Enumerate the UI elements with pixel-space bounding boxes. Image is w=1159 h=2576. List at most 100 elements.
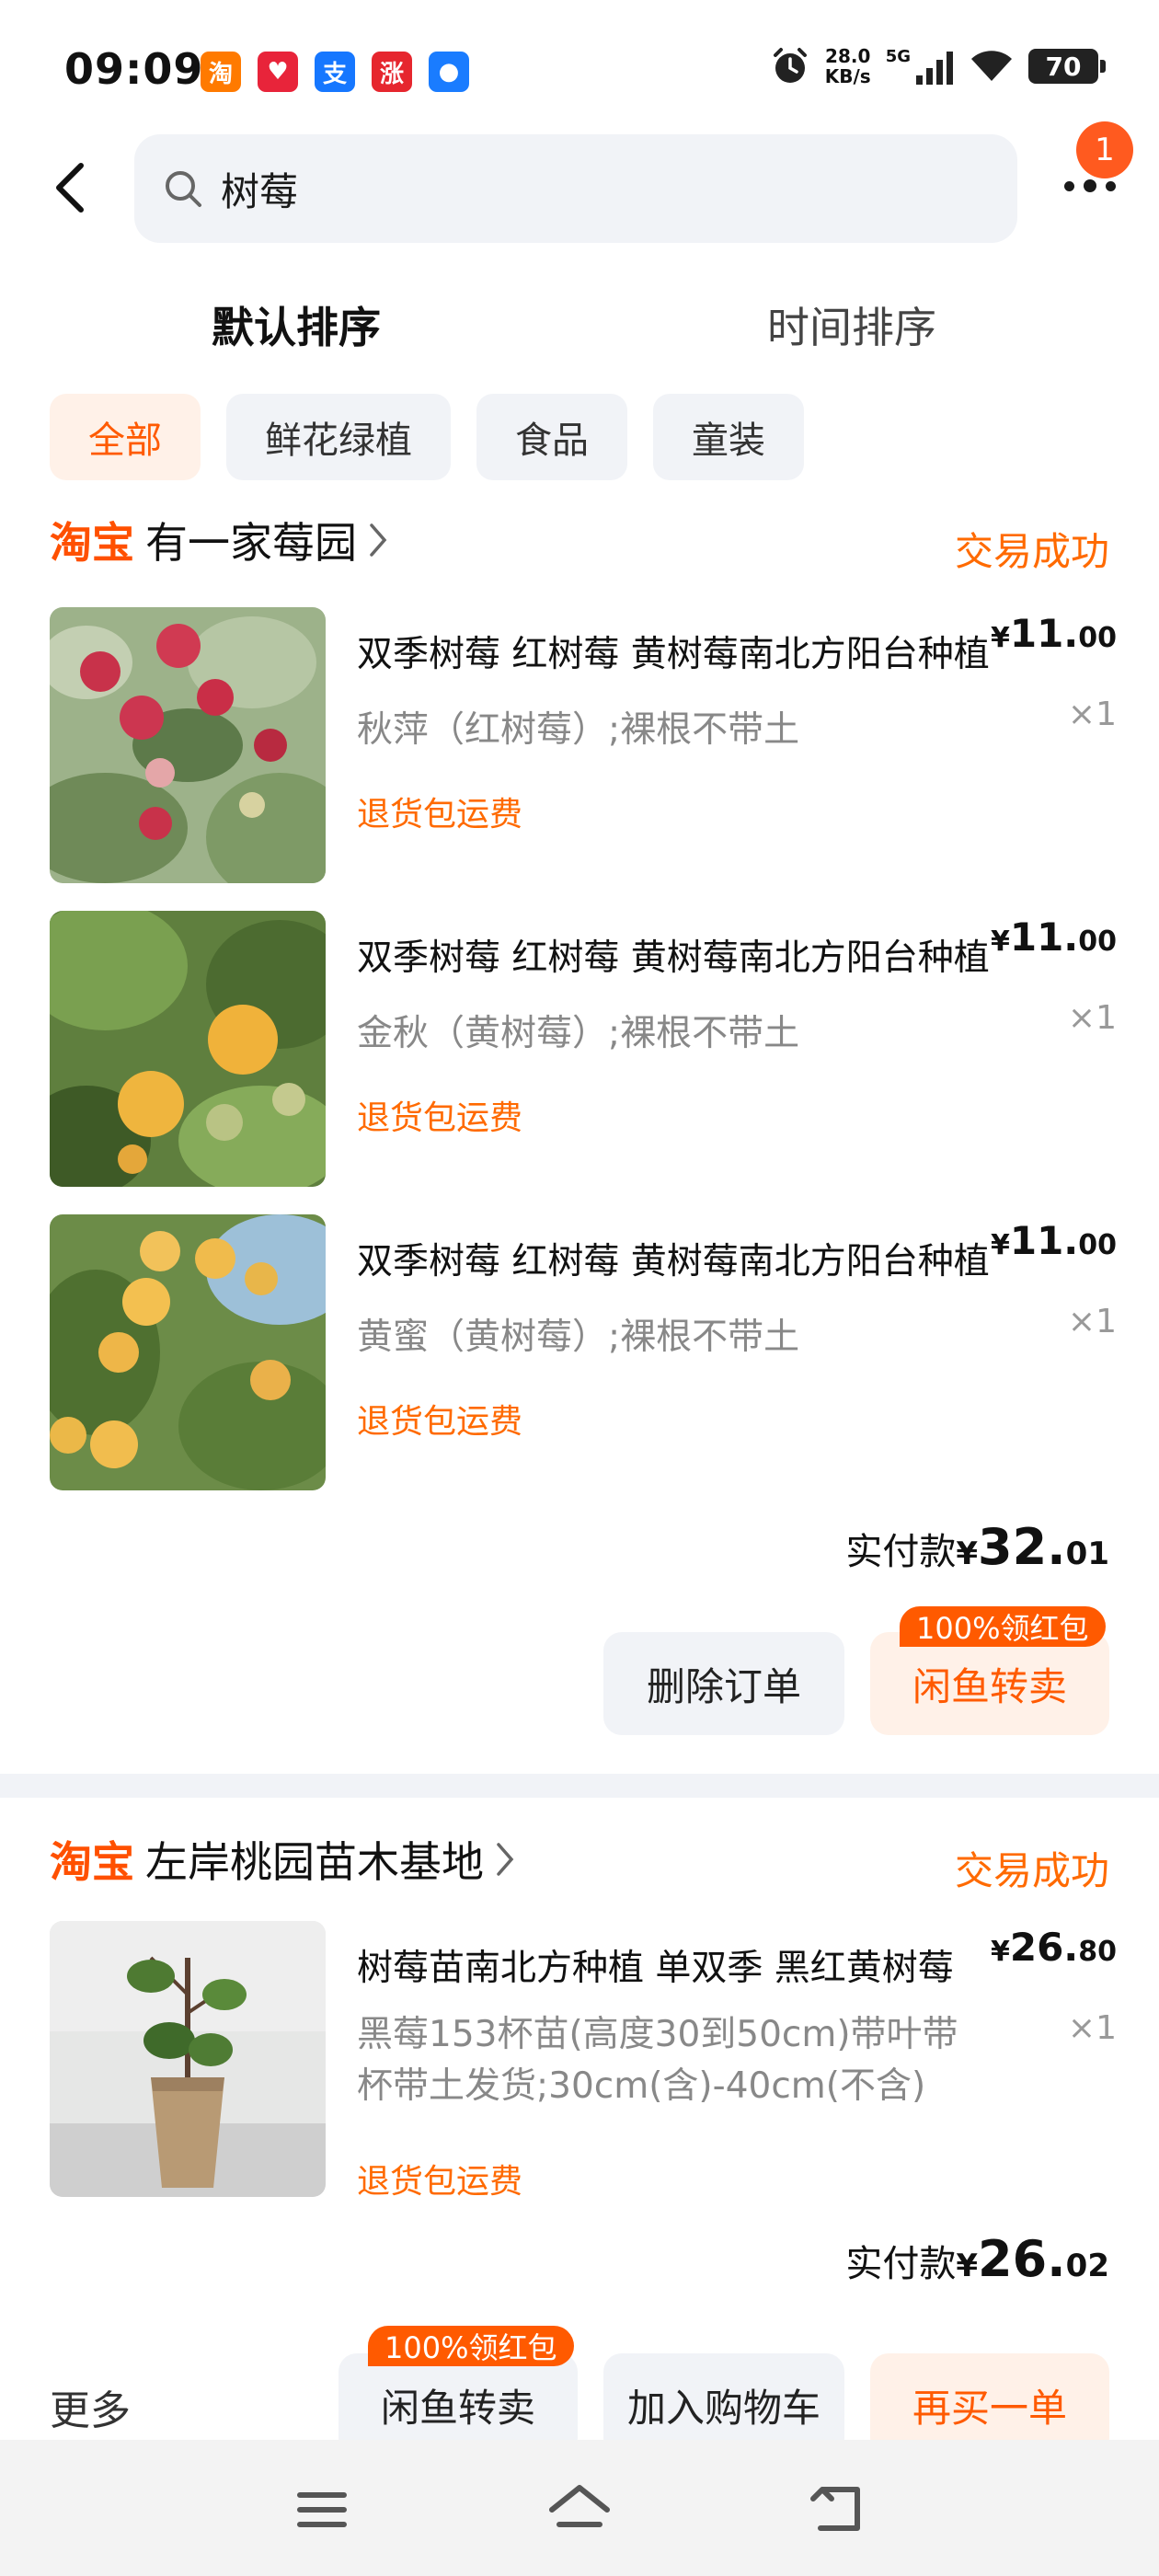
chevron-right-icon: [368, 522, 388, 558]
taobao-logo: 淘宝: [50, 518, 134, 568]
item-title: 双季树莓 红树莓 黄树莓南北方阳台种植: [357, 937, 990, 979]
item-spec: 黑莓153杯苗(高度30到50cm)带叶带杯带土发货;30cm(含)-40cm(…: [357, 2014, 958, 2107]
item-price: ¥11.00: [991, 1218, 1117, 1263]
search-icon: [166, 171, 201, 207]
search-query: 树莓: [221, 168, 299, 214]
paid-label: 实付款: [845, 2243, 957, 2285]
chip-kids-clothing[interactable]: 童装: [653, 394, 804, 480]
net-speed-unit: KB/s: [824, 65, 871, 87]
paid-decimal: 02: [1065, 2248, 1109, 2284]
tab-default-sort[interactable]: 默认排序: [212, 294, 381, 355]
tab-time-sort[interactable]: 时间排序: [767, 294, 936, 355]
more-dot-icon: [1064, 180, 1074, 191]
order-item[interactable]: 树莓苗南北方种植 单双季 黑红黄树莓 黑莓153杯苗(高度30到50cm)带叶带…: [50, 1921, 1117, 2201]
price-integer: 11.: [1009, 914, 1079, 960]
item-price: ¥26.80: [991, 1925, 1117, 1970]
more-dot-icon: [1084, 179, 1096, 192]
item-quantity: ×1: [1067, 999, 1117, 1037]
chip-all[interactable]: 全部: [50, 394, 201, 480]
product-image-honey-raspberry[interactable]: [50, 1214, 326, 1490]
net-speed-value: 28.0: [825, 45, 871, 67]
order-item[interactable]: 双季树莓 红树莓 黄树莓南北方阳台种植 黄蜜（黄树莓）;裸根不带土 退货包运费 …: [50, 1214, 1117, 1490]
net-speed: 28.0 KB/s: [825, 46, 871, 86]
price-integer: 11.: [1009, 611, 1079, 656]
price-decimal: 80: [1078, 1936, 1117, 1968]
price-integer: 11.: [1009, 1218, 1079, 1263]
paid-integer: 26.: [978, 2230, 1066, 2288]
status-time: 09:09: [64, 44, 204, 94]
red-packet-badge: 100%领红包: [900, 1606, 1106, 1647]
item-spec: 黄蜜（黄树莓）;裸根不带土: [357, 1317, 800, 1358]
free-return-tag: 退货包运费: [357, 1403, 523, 1441]
total-paid: 实付款 ¥ 26. 02: [845, 2230, 1109, 2288]
product-image-raspberry-seedling[interactable]: [50, 1921, 326, 2197]
price-currency: ¥: [990, 926, 1010, 958]
free-return-tag: 退货包运费: [357, 1099, 523, 1137]
item-price: ¥11.00: [991, 914, 1117, 960]
shop-name: 有一家莓园: [145, 518, 357, 568]
menu-icon: [297, 2492, 347, 2527]
notification-badge: 1: [1076, 121, 1133, 178]
network-type: 5G: [885, 46, 911, 66]
home-icon: [549, 2485, 610, 2527]
order-status: 交易成功: [954, 1848, 1109, 1893]
system-icons: 28.0 KB/s 5G 70: [770, 46, 1106, 86]
item-title: 双季树莓 红树莓 黄树莓南北方阳台种植: [357, 634, 990, 675]
order-divider: [0, 1774, 1159, 1798]
assistant-app-icon: ●: [429, 52, 469, 92]
menu-nav-button[interactable]: [285, 2477, 359, 2543]
signal-icon: [916, 51, 953, 85]
price-decimal: 00: [1078, 926, 1117, 958]
signal-group: 5G: [886, 47, 955, 86]
price-currency: ¥: [990, 1229, 1010, 1261]
chip-food[interactable]: 食品: [476, 394, 627, 480]
paid-label: 实付款: [845, 1531, 957, 1573]
alipay-app-icon: 支: [315, 52, 355, 92]
product-image-golden-raspberry[interactable]: [50, 911, 326, 1187]
taobao-logo: 淘宝: [50, 1837, 134, 1887]
chevron-right-icon: [495, 1841, 515, 1878]
paid-decimal: 01: [1065, 1535, 1109, 1572]
back-arrow-icon: [56, 163, 84, 213]
total-paid: 实付款 ¥ 32. 01: [845, 1518, 1109, 1576]
delete-order-button[interactable]: 删除订单: [603, 1632, 844, 1735]
free-return-tag: 退货包运费: [357, 796, 523, 834]
more-dot-icon: [1106, 180, 1116, 191]
category-chips: 全部 鲜花绿植 食品 童装: [50, 394, 804, 480]
red-packet-badge: 100%领红包: [368, 2326, 574, 2366]
paid-currency: ¥: [956, 2248, 978, 2284]
item-price: ¥11.00: [991, 611, 1117, 656]
product-image-red-raspberry[interactable]: [50, 607, 326, 883]
shop-header[interactable]: 淘宝 左岸桃园苗木基地: [50, 1829, 515, 1890]
item-quantity: ×1: [1067, 2009, 1117, 2047]
paid-integer: 32.: [978, 1518, 1066, 1576]
order-item[interactable]: 双季树莓 红树莓 黄树莓南北方阳台种植 金秋（黄树莓）;裸根不带土 退货包运费 …: [50, 911, 1117, 1187]
heart-app-icon: ♥: [258, 52, 298, 92]
more-actions-link[interactable]: 更多: [50, 2377, 131, 2436]
battery-icon: 70: [1028, 49, 1106, 84]
item-quantity: ×1: [1067, 1303, 1117, 1340]
order-item[interactable]: 双季树莓 红树莓 黄树莓南北方阳台种植 秋萍（红树莓）;裸根不带土 退货包运费 …: [50, 607, 1117, 883]
back-button[interactable]: [40, 155, 99, 221]
taobao-app-icon: 淘: [201, 52, 241, 92]
item-spec: 秋萍（红树莓）;裸根不带土: [357, 709, 800, 751]
system-navigation-bar: [0, 2440, 1159, 2576]
notification-app-icons: 淘 ♥ 支 涨 ●: [201, 52, 469, 92]
item-title: 树莓苗南北方种植 单双季 黑红黄树莓: [357, 1948, 954, 1989]
back-nav-button[interactable]: [800, 2477, 874, 2543]
home-nav-button[interactable]: [543, 2477, 616, 2543]
price-decimal: 00: [1078, 622, 1117, 654]
return-icon: [810, 2487, 860, 2531]
price-decimal: 00: [1078, 1229, 1117, 1261]
free-return-tag: 退货包运费: [357, 2163, 523, 2201]
chip-flowers-plants[interactable]: 鲜花绿植: [226, 394, 451, 480]
price-currency: ¥: [990, 1936, 1010, 1968]
search-input[interactable]: 树莓: [134, 134, 1017, 243]
alarm-icon: [773, 48, 807, 83]
order-status: 交易成功: [954, 529, 1109, 574]
wifi-icon: [971, 51, 1012, 81]
item-spec: 金秋（黄树莓）;裸根不带土: [357, 1013, 800, 1054]
item-title: 双季树莓 红树莓 黄树莓南北方阳台种植: [357, 1241, 990, 1282]
shop-header[interactable]: 淘宝 有一家莓园: [50, 510, 388, 570]
shop-name: 左岸桃园苗木基地: [145, 1837, 484, 1887]
